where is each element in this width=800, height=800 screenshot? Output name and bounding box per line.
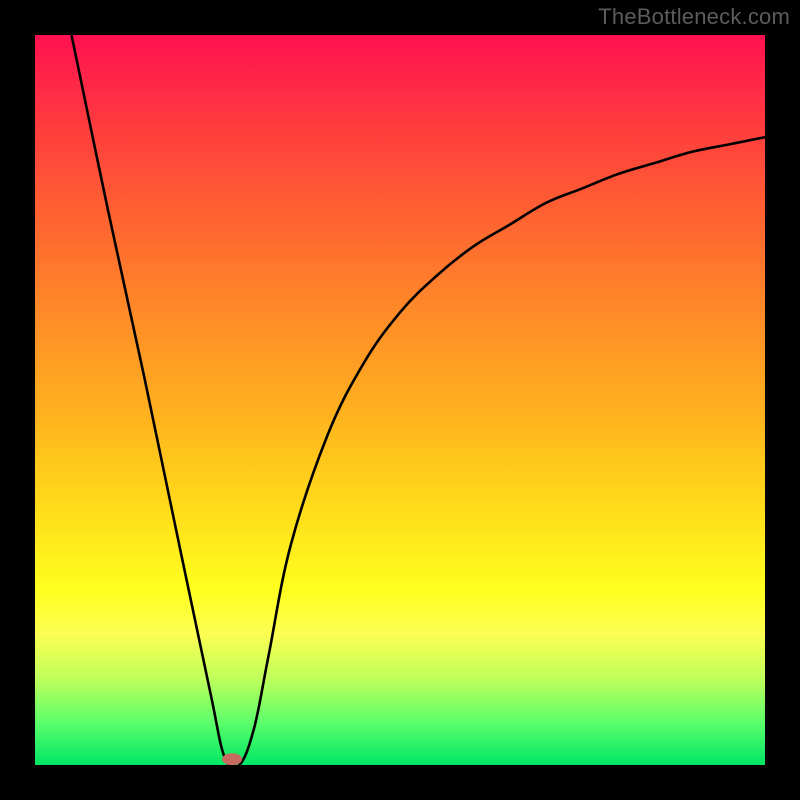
chart-frame: TheBottleneck.com [0,0,800,800]
bottleneck-curve [72,35,766,765]
optimal-point-marker [222,753,242,765]
chart-svg [35,35,765,765]
watermark-text: TheBottleneck.com [598,4,790,30]
plot-area [35,35,765,765]
